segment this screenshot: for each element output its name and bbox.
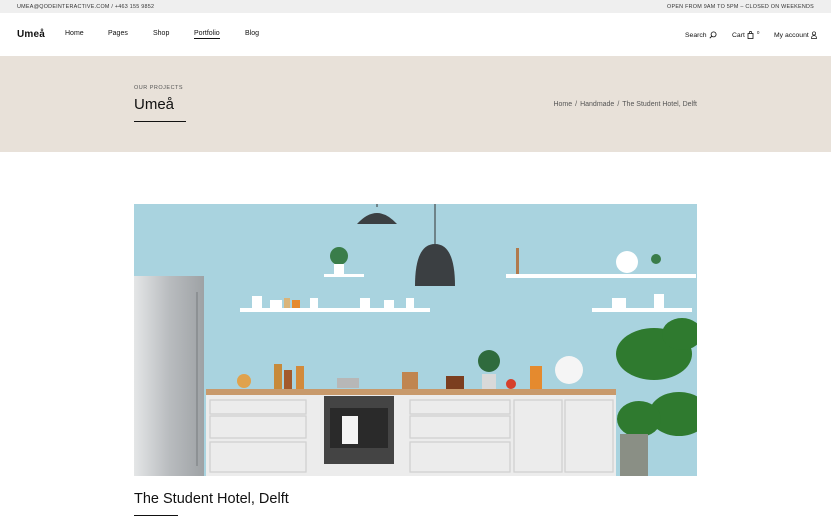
breadcrumb-home[interactable]: Home — [553, 101, 572, 108]
account-label: My account — [774, 31, 809, 39]
page-title-band: OUR PROJECTS Umeå Home / Handmade / The Stud… — [0, 56, 831, 152]
project-title: The Student Hotel, Delft — [134, 491, 289, 507]
site-logo[interactable]: Umeå — [17, 29, 45, 40]
site-header: Umeå Home Pages Shop Portfolio Blog Sear… — [0, 13, 831, 56]
cart-label: Cart — [732, 31, 745, 39]
page-subtitle: OUR PROJECTS — [134, 85, 184, 91]
nav-item-shop[interactable]: Shop — [153, 30, 169, 37]
opening-hours: OPEN FROM 9AM TO 5PM – CLOSED ON WEEKEND… — [667, 3, 814, 10]
search-label: Search — [685, 31, 707, 39]
cart-button[interactable]: Cart 0 — [732, 29, 760, 39]
breadcrumb-handmade[interactable]: Handmade — [580, 101, 614, 108]
title-underline — [134, 121, 186, 122]
nav-item-portfolio[interactable]: Portfolio — [194, 30, 220, 39]
nav-item-home[interactable]: Home — [65, 30, 84, 37]
cart-count: 0 — [756, 29, 760, 35]
my-account-button[interactable]: My account — [774, 31, 817, 39]
breadcrumb-current: The Student Hotel, Delft — [622, 101, 697, 108]
search-icon — [709, 31, 717, 39]
user-icon — [811, 31, 817, 39]
search-button[interactable]: Search — [685, 31, 717, 39]
project-image — [134, 204, 697, 476]
nav-item-pages[interactable]: Pages — [108, 30, 128, 37]
shopping-bag-icon — [747, 31, 754, 39]
top-info-bar: UMEA@QODEINTERACTIVE.COM / +463 155 9852… — [0, 0, 831, 13]
project-title-underline — [134, 515, 178, 516]
contact-info: UMEA@QODEINTERACTIVE.COM / +463 155 9852 — [17, 3, 155, 10]
nav-item-blog[interactable]: Blog — [245, 30, 259, 37]
breadcrumb: Home / Handmade / The Student Hotel, Delft — [553, 101, 697, 108]
page-title: Umeå — [134, 96, 175, 113]
